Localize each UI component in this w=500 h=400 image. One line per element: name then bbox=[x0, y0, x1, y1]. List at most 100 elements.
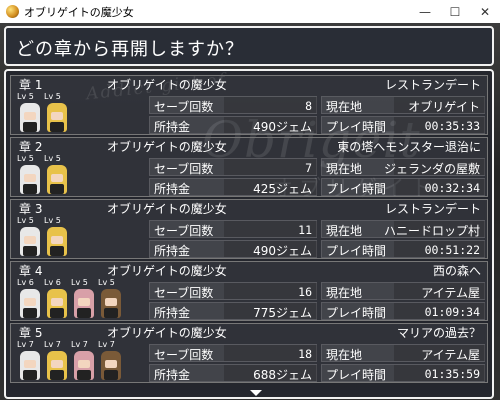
save-count-value: 11 bbox=[298, 223, 312, 237]
save-slot[interactable]: 章 3 オブリゲイトの魔少女 レストランデート Lv 5 Lv 5 セーブ回数 11 所持金 4… bbox=[10, 199, 488, 259]
maximize-button[interactable]: ☐ bbox=[440, 0, 470, 23]
window-titlebar: オブリゲイトの魔少女 — ☐ ✕ bbox=[0, 0, 500, 24]
blonde-girl-sprite-icon bbox=[47, 351, 67, 380]
white-hair-boy-sprite-icon bbox=[20, 351, 40, 380]
minimize-button[interactable]: — bbox=[410, 0, 440, 23]
current-location: 現在地 ハニードロップ村 bbox=[321, 220, 485, 238]
current-location: 現在地 アイテム屋 bbox=[321, 344, 485, 362]
current-location-label: 現在地 bbox=[326, 100, 363, 114]
play-time: プレイ時間 00:32:34 bbox=[321, 178, 485, 196]
money-label: 所持金 bbox=[154, 368, 191, 382]
chapter-title: 東の塔へモンスター退治に bbox=[337, 140, 481, 154]
money-label: 所持金 bbox=[154, 182, 191, 196]
chapter-title: マリアの過去？ bbox=[396, 326, 481, 340]
money-value: 775ジェム bbox=[253, 306, 312, 320]
member-level: Lv 5 bbox=[17, 92, 34, 101]
game-title: オブリゲイトの魔少女 bbox=[107, 78, 227, 92]
chapter-number: 章 5 bbox=[19, 326, 43, 340]
chapter-number: 章 1 bbox=[19, 78, 43, 92]
save-slot[interactable]: 章 5 オブリゲイトの魔少女 マリアの過去？ Lv 7 Lv 7 Lv 7 Lv 7 セーブ回… bbox=[10, 323, 488, 383]
party-member: Lv 5 bbox=[44, 92, 70, 134]
down-arrow-icon[interactable] bbox=[250, 390, 262, 396]
current-location-value: アイテム屋 bbox=[421, 286, 480, 300]
member-level: Lv 6 bbox=[44, 278, 61, 287]
money: 所持金 490ジェム bbox=[149, 240, 317, 258]
save-count: セーブ回数 7 bbox=[149, 158, 317, 176]
current-location-label: 現在地 bbox=[326, 286, 363, 300]
party-member: Lv 5 bbox=[17, 92, 43, 134]
play-time: プレイ時間 01:35:59 bbox=[321, 364, 485, 382]
member-level: Lv 5 bbox=[98, 278, 115, 287]
play-time-value: 00:35:33 bbox=[424, 119, 480, 133]
save-count-value: 18 bbox=[298, 347, 312, 361]
prompt-window: どの章から再開しますか？ bbox=[4, 26, 494, 66]
pink-hair-girl-sprite-icon bbox=[74, 351, 94, 380]
current-location: 現在地 オブリゲイト bbox=[321, 96, 485, 114]
play-time-label: プレイ時間 bbox=[326, 120, 387, 134]
money: 所持金 775ジェム bbox=[149, 302, 317, 320]
party-member: Lv 5 bbox=[44, 216, 70, 258]
play-time: プレイ時間 00:51:22 bbox=[321, 240, 485, 258]
chapter-title: レストランデート bbox=[384, 202, 481, 216]
save-count-value: 16 bbox=[298, 285, 312, 299]
party-member: Lv 7 bbox=[71, 340, 97, 382]
save-count-value-box bbox=[223, 97, 317, 113]
money-label: 所持金 bbox=[154, 120, 191, 134]
save-slot[interactable]: 章 2 オブリゲイトの魔少女 東の塔へモンスター退治に Lv 5 Lv 5 セーブ回数 7 所… bbox=[10, 137, 488, 197]
member-level: Lv 7 bbox=[98, 340, 115, 349]
money-value: 688ジェム bbox=[253, 368, 312, 382]
game-title: オブリゲイトの魔少女 bbox=[107, 326, 227, 340]
save-count-value: 8 bbox=[305, 99, 312, 113]
party-member: Lv 5 bbox=[98, 278, 124, 320]
save-count: セーブ回数 8 bbox=[149, 96, 317, 114]
chapter-number: 章 4 bbox=[19, 264, 43, 278]
save-slot[interactable]: 章 4 オブリゲイトの魔少女 西の森へ Lv 6 Lv 6 Lv 5 Lv 5 セーブ回数 16… bbox=[10, 261, 488, 321]
play-time: プレイ時間 01:09:34 bbox=[321, 302, 485, 320]
white-hair-boy-sprite-icon bbox=[20, 227, 40, 256]
member-level: Lv 5 bbox=[44, 92, 61, 101]
white-hair-boy-sprite-icon bbox=[20, 289, 40, 318]
member-level: Lv 5 bbox=[17, 216, 34, 225]
game-title: オブリゲイトの魔少女 bbox=[107, 140, 227, 154]
party-member: Lv 6 bbox=[44, 278, 70, 320]
chapter-title: 西の森へ bbox=[432, 264, 481, 278]
save-slot-list: Addict girl of Obrigeit オブリゲイト 章 1 オブリゲイト… bbox=[4, 69, 494, 399]
save-count-label: セーブ回数 bbox=[154, 286, 214, 300]
party-member: Lv 5 bbox=[44, 154, 70, 196]
party-member: Lv 7 bbox=[17, 340, 43, 382]
app-icon bbox=[6, 5, 19, 18]
save-count-value: 7 bbox=[305, 161, 312, 175]
money-value: 490ジェム bbox=[253, 244, 312, 258]
current-location-value: オブリゲイト bbox=[408, 100, 480, 114]
money: 所持金 425ジェム bbox=[149, 178, 317, 196]
party-member: Lv 5 bbox=[71, 278, 97, 320]
brown-hair-man-sprite-icon bbox=[101, 289, 121, 318]
party-member: Lv 5 bbox=[17, 216, 43, 258]
current-location: 現在地 ジェランダの屋敷 bbox=[321, 158, 485, 176]
prompt-text: どの章から再開しますか？ bbox=[16, 39, 244, 60]
current-location: 現在地 アイテム屋 bbox=[321, 282, 485, 300]
save-count: セーブ回数 11 bbox=[149, 220, 317, 238]
member-level: Lv 7 bbox=[44, 340, 61, 349]
chapter-number: 章 2 bbox=[19, 140, 43, 154]
close-button[interactable]: ✕ bbox=[470, 0, 500, 23]
money: 所持金 490ジェム bbox=[149, 116, 317, 134]
current-location-value: ハニードロップ村 bbox=[383, 224, 480, 238]
play-time-label: プレイ時間 bbox=[326, 368, 387, 382]
play-time-label: プレイ時間 bbox=[326, 182, 387, 196]
save-count-value-box bbox=[223, 159, 317, 175]
party-member: Lv 5 bbox=[17, 154, 43, 196]
play-time-label: プレイ時間 bbox=[326, 244, 387, 258]
game-title: オブリゲイトの魔少女 bbox=[107, 202, 227, 216]
current-location-label: 現在地 bbox=[326, 224, 363, 238]
window-title: オブリゲイトの魔少女 bbox=[24, 6, 134, 19]
brown-hair-man-sprite-icon bbox=[101, 351, 121, 380]
play-time-label: プレイ時間 bbox=[326, 306, 387, 320]
chapter-number: 章 3 bbox=[19, 202, 43, 216]
current-location-value: アイテム屋 bbox=[421, 348, 480, 362]
party-member: Lv 7 bbox=[44, 340, 70, 382]
current-location-label: 現在地 bbox=[326, 348, 363, 362]
save-slot[interactable]: 章 1 オブリゲイトの魔少女 レストランデート Lv 5 Lv 5 セーブ回数 8 所持金 49… bbox=[10, 75, 488, 135]
member-level: Lv 7 bbox=[71, 340, 88, 349]
save-count-label: セーブ回数 bbox=[154, 100, 214, 114]
